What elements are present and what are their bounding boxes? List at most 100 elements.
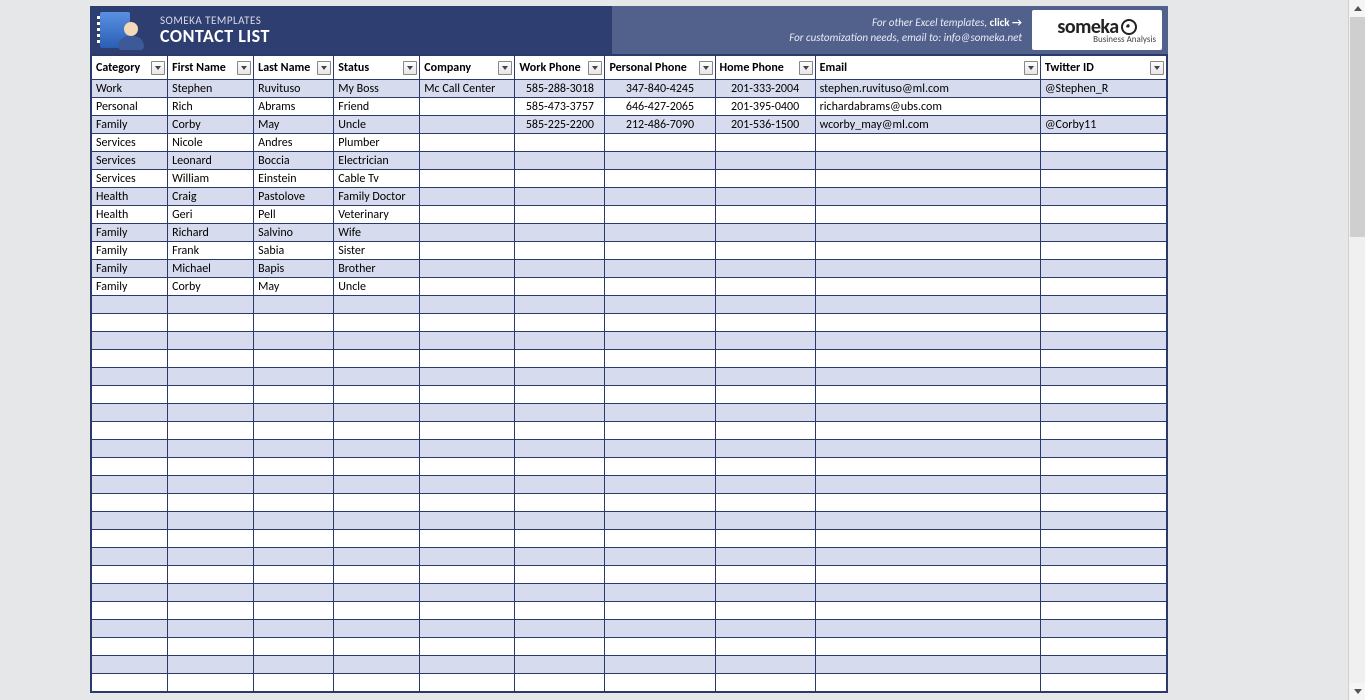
cell-company[interactable] bbox=[420, 206, 515, 224]
cell-email[interactable] bbox=[815, 314, 1040, 332]
templates-link[interactable]: click → bbox=[990, 16, 1022, 29]
cell-home_phone[interactable] bbox=[715, 188, 815, 206]
cell-twitter[interactable] bbox=[1040, 134, 1166, 152]
cell-email[interactable]: richardabrams@ubs.com bbox=[815, 98, 1040, 116]
cell-last_name[interactable] bbox=[254, 314, 334, 332]
cell-status[interactable] bbox=[334, 404, 420, 422]
cell-category[interactable]: Work bbox=[92, 80, 168, 98]
filter-dropdown-icon[interactable] bbox=[799, 61, 813, 75]
cell-personal_phone[interactable] bbox=[605, 530, 715, 548]
cell-company[interactable] bbox=[420, 242, 515, 260]
cell-home_phone[interactable] bbox=[715, 134, 815, 152]
cell-personal_phone[interactable] bbox=[605, 674, 715, 692]
cell-company[interactable] bbox=[420, 116, 515, 134]
cell-category[interactable] bbox=[92, 656, 168, 674]
cell-company[interactable] bbox=[420, 152, 515, 170]
cell-twitter[interactable] bbox=[1040, 314, 1166, 332]
cell-first_name[interactable] bbox=[168, 602, 254, 620]
cell-email[interactable] bbox=[815, 242, 1040, 260]
cell-category[interactable]: Services bbox=[92, 152, 168, 170]
cell-first_name[interactable] bbox=[168, 296, 254, 314]
cell-first_name[interactable] bbox=[168, 422, 254, 440]
cell-personal_phone[interactable] bbox=[605, 224, 715, 242]
cell-email[interactable] bbox=[815, 638, 1040, 656]
cell-personal_phone[interactable] bbox=[605, 602, 715, 620]
cell-first_name[interactable] bbox=[168, 368, 254, 386]
cell-category[interactable]: Health bbox=[92, 206, 168, 224]
cell-work_phone[interactable] bbox=[515, 242, 605, 260]
cell-home_phone[interactable] bbox=[715, 674, 815, 692]
cell-last_name[interactable] bbox=[254, 440, 334, 458]
cell-home_phone[interactable] bbox=[715, 386, 815, 404]
cell-status[interactable]: Uncle bbox=[334, 116, 420, 134]
cell-home_phone[interactable] bbox=[715, 314, 815, 332]
cell-last_name[interactable] bbox=[254, 404, 334, 422]
cell-home_phone[interactable] bbox=[715, 512, 815, 530]
cell-home_phone[interactable]: 201-395-0400 bbox=[715, 98, 815, 116]
cell-home_phone[interactable] bbox=[715, 584, 815, 602]
table-row[interactable] bbox=[92, 566, 1167, 584]
cell-status[interactable] bbox=[334, 656, 420, 674]
cell-personal_phone[interactable] bbox=[605, 548, 715, 566]
cell-status[interactable] bbox=[334, 332, 420, 350]
cell-personal_phone[interactable] bbox=[605, 278, 715, 296]
cell-email[interactable] bbox=[815, 260, 1040, 278]
vertical-scrollbar[interactable] bbox=[1348, 0, 1365, 700]
column-header-last_name[interactable]: Last Name bbox=[254, 56, 334, 80]
cell-company[interactable] bbox=[420, 350, 515, 368]
cell-home_phone[interactable] bbox=[715, 638, 815, 656]
table-row[interactable]: FamilyCorbyMayUncle585-225-2200212-486-7… bbox=[92, 116, 1167, 134]
cell-company[interactable] bbox=[420, 134, 515, 152]
cell-company[interactable] bbox=[420, 548, 515, 566]
cell-last_name[interactable] bbox=[254, 332, 334, 350]
cell-company[interactable] bbox=[420, 584, 515, 602]
cell-work_phone[interactable] bbox=[515, 602, 605, 620]
cell-first_name[interactable] bbox=[168, 530, 254, 548]
filter-dropdown-icon[interactable] bbox=[151, 61, 165, 75]
cell-category[interactable] bbox=[92, 476, 168, 494]
cell-last_name[interactable] bbox=[254, 350, 334, 368]
cell-personal_phone[interactable]: 646-427-2065 bbox=[605, 98, 715, 116]
cell-company[interactable] bbox=[420, 620, 515, 638]
cell-personal_phone[interactable] bbox=[605, 656, 715, 674]
cell-work_phone[interactable] bbox=[515, 584, 605, 602]
cell-twitter[interactable] bbox=[1040, 188, 1166, 206]
table-row[interactable]: WorkStephenRuvitusoMy BossMc Call Center… bbox=[92, 80, 1167, 98]
cell-status[interactable]: Family Doctor bbox=[334, 188, 420, 206]
cell-home_phone[interactable] bbox=[715, 152, 815, 170]
cell-status[interactable] bbox=[334, 638, 420, 656]
cell-twitter[interactable] bbox=[1040, 584, 1166, 602]
cell-email[interactable] bbox=[815, 278, 1040, 296]
cell-first_name[interactable]: Leonard bbox=[168, 152, 254, 170]
cell-status[interactable] bbox=[334, 566, 420, 584]
cell-personal_phone[interactable] bbox=[605, 584, 715, 602]
cell-email[interactable] bbox=[815, 674, 1040, 692]
cell-twitter[interactable] bbox=[1040, 620, 1166, 638]
cell-twitter[interactable] bbox=[1040, 170, 1166, 188]
cell-email[interactable] bbox=[815, 170, 1040, 188]
cell-last_name[interactable]: Bapis bbox=[254, 260, 334, 278]
cell-last_name[interactable] bbox=[254, 476, 334, 494]
cell-personal_phone[interactable]: 347-840-4245 bbox=[605, 80, 715, 98]
cell-last_name[interactable] bbox=[254, 512, 334, 530]
cell-home_phone[interactable] bbox=[715, 368, 815, 386]
filter-dropdown-icon[interactable] bbox=[237, 61, 251, 75]
cell-company[interactable] bbox=[420, 476, 515, 494]
cell-work_phone[interactable] bbox=[515, 458, 605, 476]
cell-category[interactable]: Family bbox=[92, 224, 168, 242]
cell-twitter[interactable]: @Corby11 bbox=[1040, 116, 1166, 134]
cell-twitter[interactable] bbox=[1040, 530, 1166, 548]
cell-twitter[interactable]: @Stephen_R bbox=[1040, 80, 1166, 98]
cell-work_phone[interactable] bbox=[515, 314, 605, 332]
cell-email[interactable] bbox=[815, 620, 1040, 638]
cell-status[interactable] bbox=[334, 386, 420, 404]
cell-home_phone[interactable] bbox=[715, 548, 815, 566]
cell-last_name[interactable]: Andres bbox=[254, 134, 334, 152]
cell-twitter[interactable] bbox=[1040, 296, 1166, 314]
cell-first_name[interactable] bbox=[168, 566, 254, 584]
cell-company[interactable] bbox=[420, 296, 515, 314]
cell-last_name[interactable] bbox=[254, 674, 334, 692]
cell-home_phone[interactable] bbox=[715, 422, 815, 440]
cell-first_name[interactable] bbox=[168, 656, 254, 674]
cell-work_phone[interactable] bbox=[515, 638, 605, 656]
